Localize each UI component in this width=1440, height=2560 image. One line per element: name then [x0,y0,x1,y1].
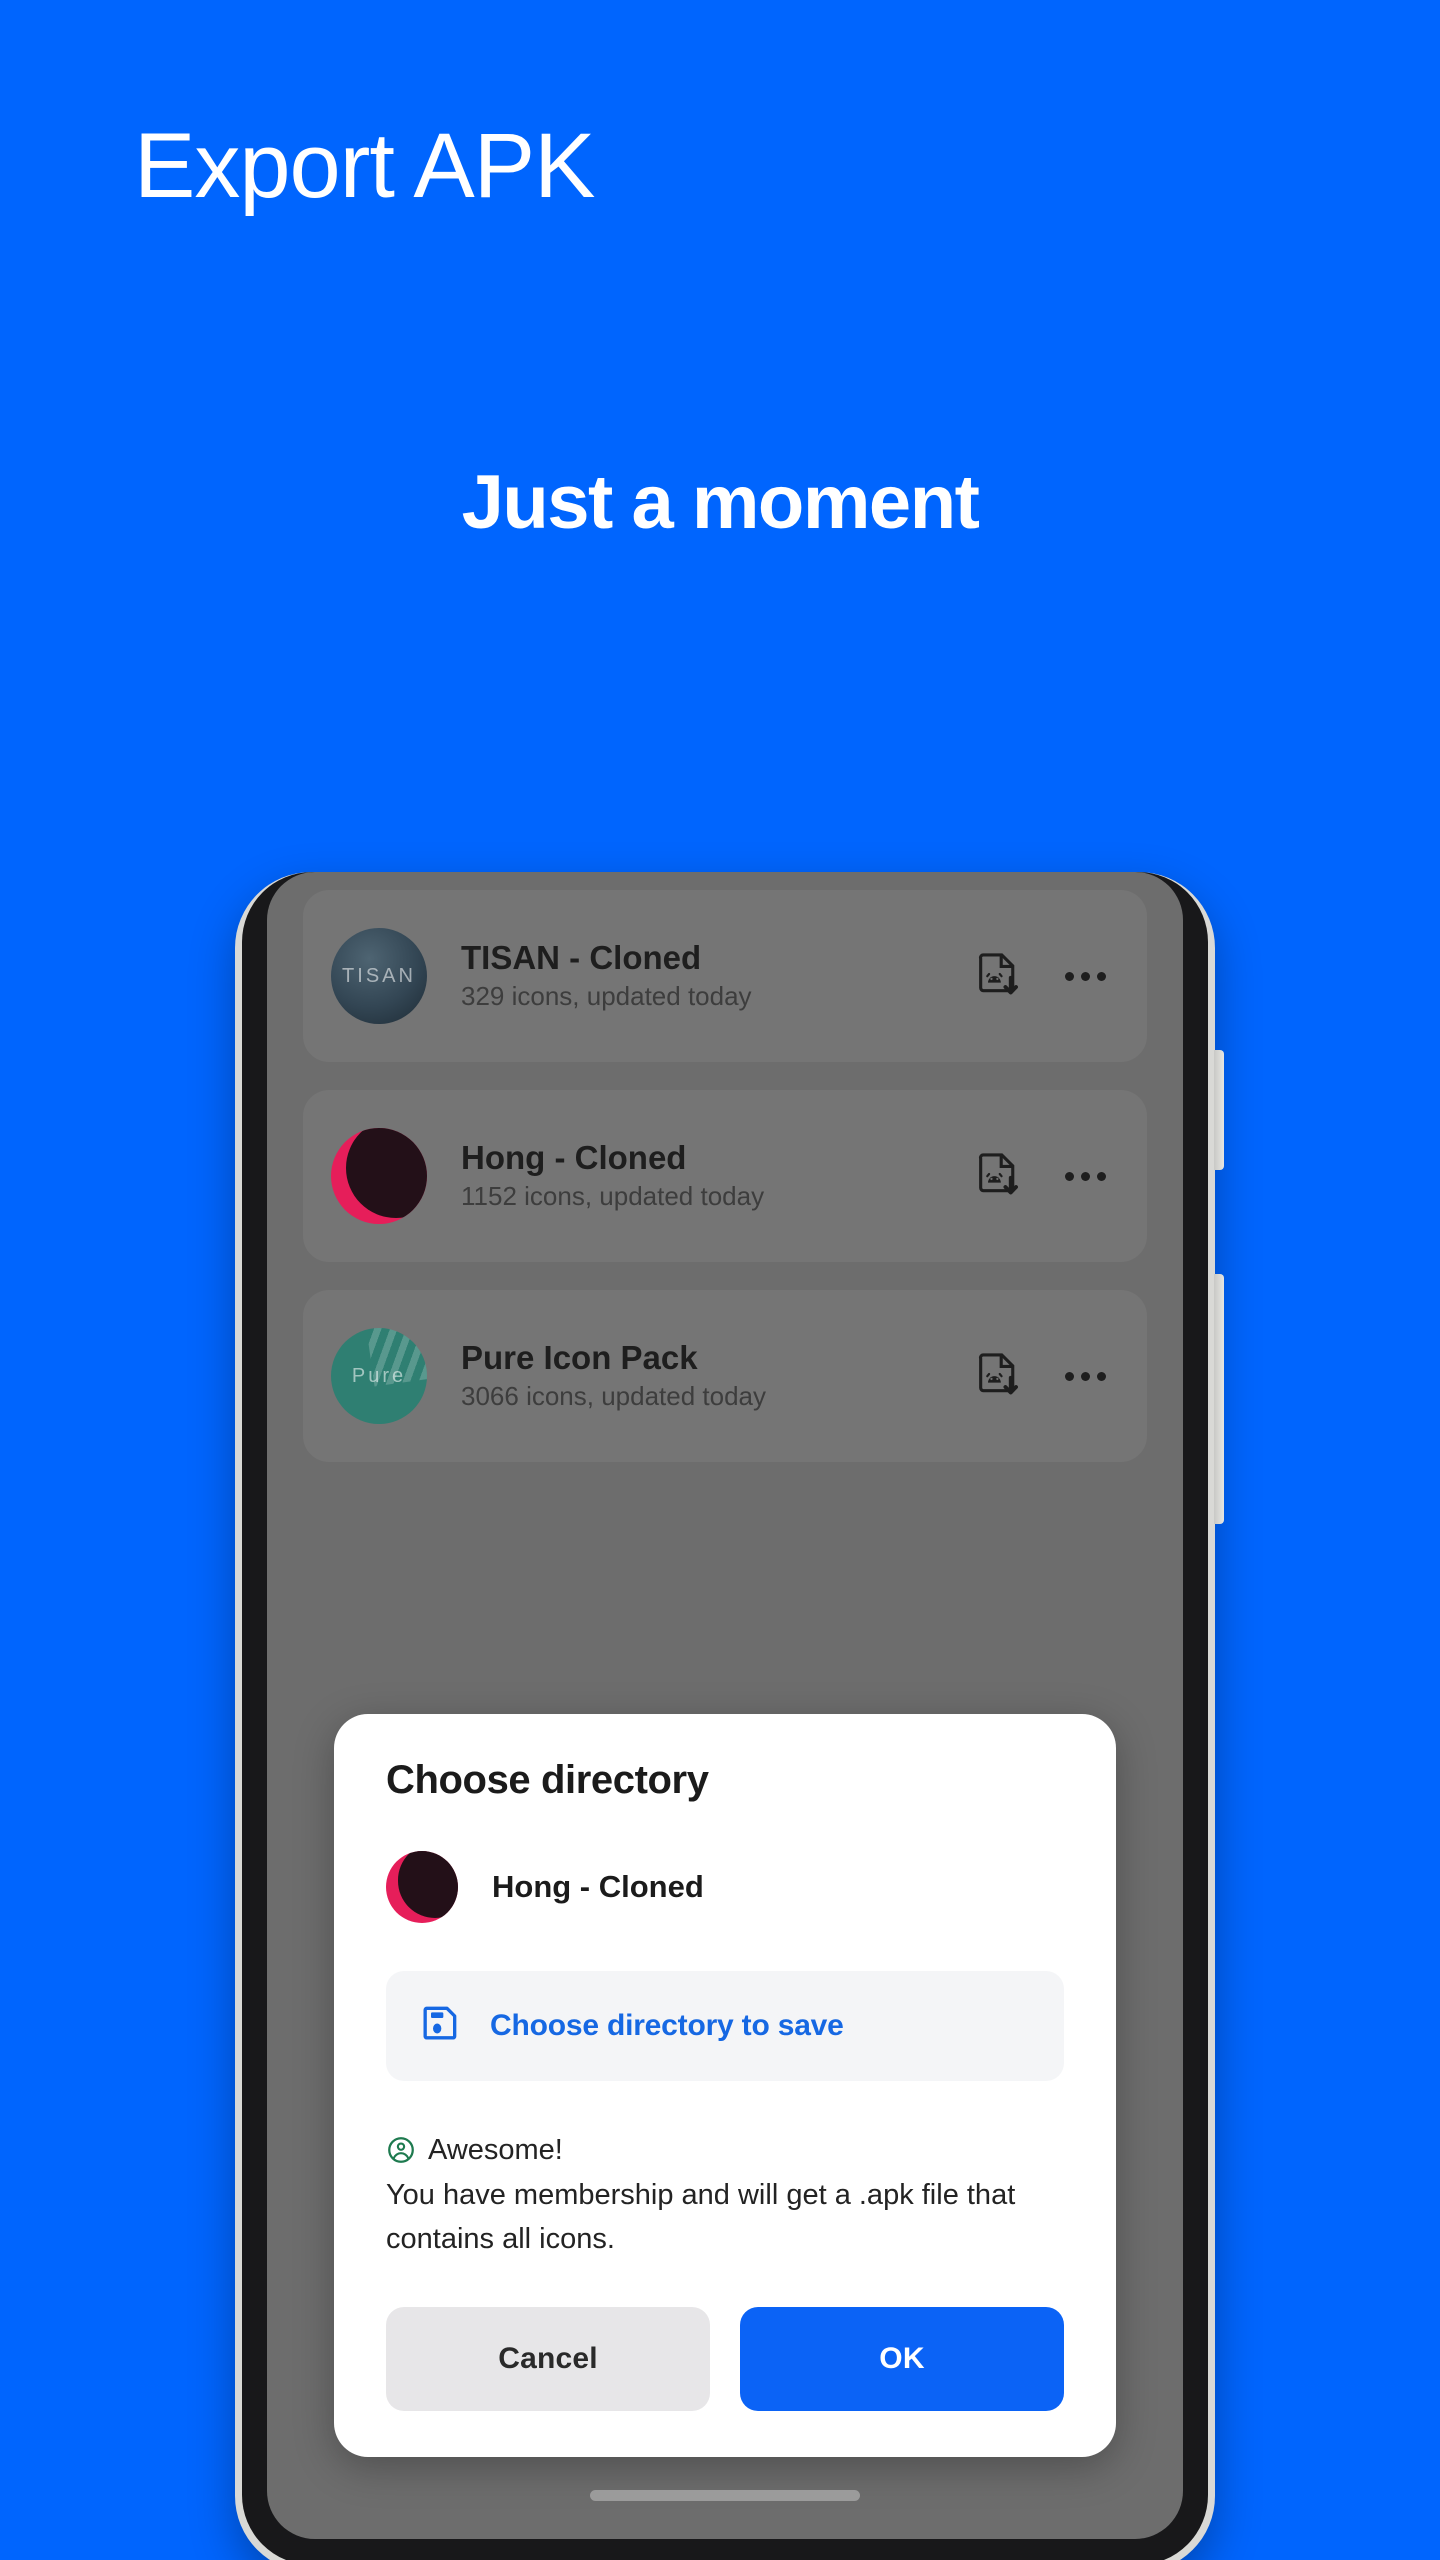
pack-meta: 1152 icons, updated today [461,1180,765,1211]
phone-mockup: TISAN TISAN - Cloned 329 icons, updated … [235,872,1224,2560]
apk-download-icon[interactable] [969,1146,1029,1206]
cancel-button[interactable]: Cancel [386,2307,710,2411]
pack-avatar: TISAN [331,928,427,1024]
pack-name: Pure Icon Pack [461,1338,698,1376]
membership-notice: Awesome! You have membership and will ge… [386,2129,1064,2262]
apk-download-icon[interactable] [969,946,1029,1006]
pack-text: Hong - Cloned 1152 icons, updated today [461,1137,959,1216]
icon-pack-list: TISAN TISAN - Cloned 329 icons, updated … [267,872,1183,1490]
table-row[interactable]: Pure Pure Icon Pack 3066 icons, updated … [303,1290,1147,1462]
mute-switch-button[interactable] [1214,1050,1224,1170]
pack-name: Hong - Cloned [461,1138,687,1176]
choose-directory-dialog: Choose directory Hong - Cloned Choose di… [334,1713,1116,2457]
volume-rocker-button[interactable] [1214,1274,1224,1524]
pack-meta: 3066 icons, updated today [461,1380,767,1411]
avatar-label: TISAN [342,964,416,987]
page-title: Export APK [134,115,595,217]
table-row[interactable]: Hong - Cloned 1152 icons, updated today [303,1090,1147,1262]
avatar-label: Pure [351,1364,407,1387]
dialog-title: Choose directory [386,1757,709,1802]
membership-headline-row: Awesome! [386,2129,1064,2173]
pack-avatar [331,1128,427,1224]
save-floppy-icon [420,2003,460,2048]
home-gesture-bar[interactable] [590,2490,860,2501]
more-horizontal-icon[interactable] [1055,1146,1115,1206]
pack-avatar: Pure [331,1328,427,1424]
choose-directory-button[interactable]: Choose directory to save [386,1970,1064,2081]
selected-pack: Hong - Cloned [386,1850,1064,1923]
account-circle-check-icon [386,2135,416,2165]
phone-screen: TISAN TISAN - Cloned 329 icons, updated … [267,872,1183,2539]
membership-body: You have membership and will get a .apk … [386,2179,1016,2255]
apk-download-icon[interactable] [969,1346,1029,1406]
ok-button[interactable]: OK [740,2307,1064,2411]
choose-directory-label: Choose directory to save [490,2008,844,2042]
pack-meta: 329 icons, updated today [461,980,752,1011]
promo-subtitle: Just a moment [461,460,980,545]
membership-headline: Awesome! [428,2133,563,2166]
selected-pack-name: Hong - Cloned [492,1868,704,1904]
pack-text: TISAN - Cloned 329 icons, updated today [461,937,959,1016]
pack-name: TISAN - Cloned [461,938,702,976]
dialog-actions: Cancel OK [386,2307,1064,2411]
pack-text: Pure Icon Pack 3066 icons, updated today [461,1337,959,1416]
pack-avatar [386,1850,458,1923]
more-horizontal-icon[interactable] [1055,946,1115,1006]
table-row[interactable]: TISAN TISAN - Cloned 329 icons, updated … [303,890,1147,1062]
more-horizontal-icon[interactable] [1055,1346,1115,1406]
phone-body: TISAN TISAN - Cloned 329 icons, updated … [242,872,1208,2560]
